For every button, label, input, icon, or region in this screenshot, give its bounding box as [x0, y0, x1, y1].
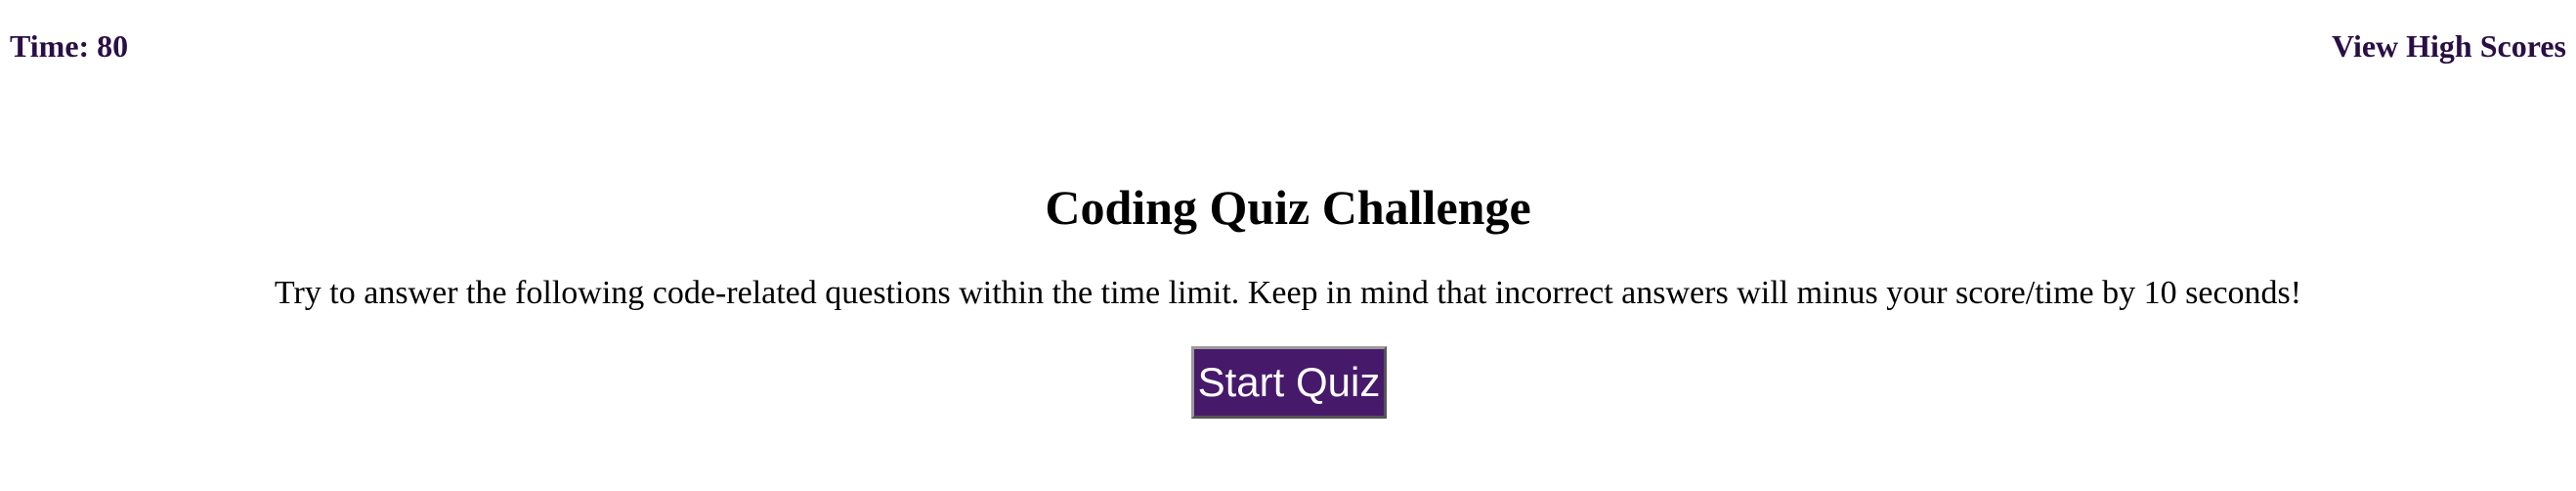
- header-bar: Time: 80 View High Scores: [0, 0, 2576, 98]
- start-quiz-button[interactable]: Start Quiz: [1191, 346, 1387, 419]
- page-title: Coding Quiz Challenge: [1045, 180, 1531, 235]
- instructions-text: Try to answer the following code-related…: [274, 275, 2302, 311]
- view-high-scores-link[interactable]: View High Scores: [2332, 26, 2566, 66]
- timer-display: Time: 80: [10, 28, 129, 64]
